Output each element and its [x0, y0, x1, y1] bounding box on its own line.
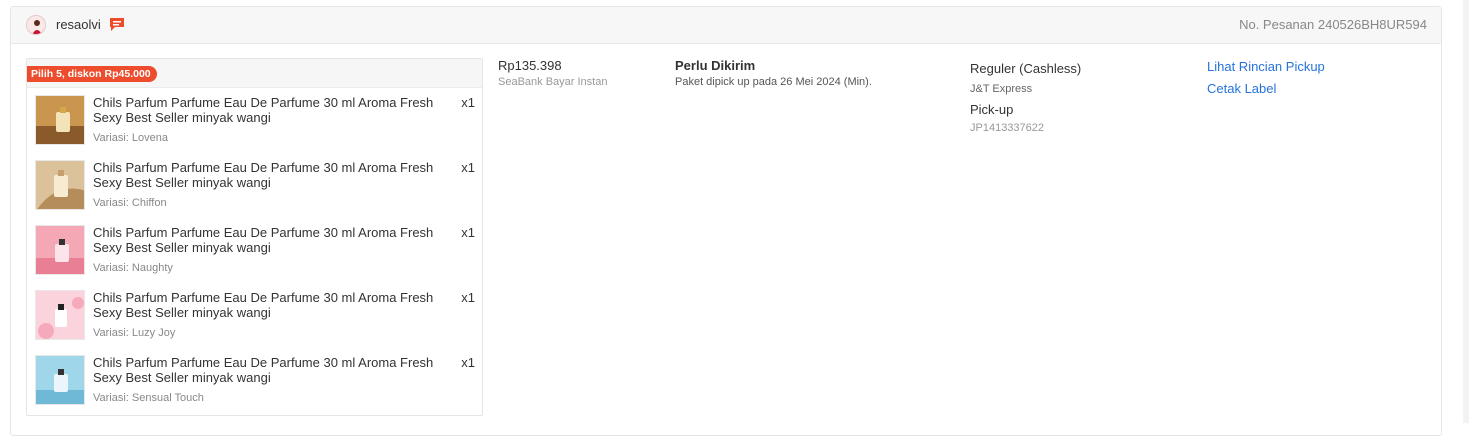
product-name[interactable]: Chils Parfum Parfume Eau De Parfume 30 m… [93, 160, 453, 190]
list-item[interactable]: Chils Parfum Parfume Eau De Parfume 30 m… [35, 95, 475, 155]
product-variant: Variasi: Lovena [93, 132, 169, 144]
order-status: Perlu Dikirim [675, 58, 756, 73]
promo-badge: Pilih 5, diskon Rp45.000 [27, 66, 157, 82]
promo-bar: Pilih 5, diskon Rp45.000 [27, 59, 482, 88]
product-thumbnail [35, 225, 85, 275]
view-pickup-details-link[interactable]: Lihat Rincian Pickup [1207, 59, 1325, 74]
product-name[interactable]: Chils Parfum Parfume Eau De Parfume 30 m… [93, 355, 453, 385]
product-variant: Variasi: Sensual Touch [93, 392, 204, 404]
product-name[interactable]: Chils Parfum Parfume Eau De Parfume 30 m… [93, 225, 453, 255]
avatar[interactable] [26, 15, 46, 35]
list-item[interactable]: Chils Parfum Parfume Eau De Parfume 30 m… [35, 290, 475, 350]
product-quantity: x1 [461, 290, 475, 305]
list-item[interactable]: Chils Parfum Parfume Eau De Parfume 30 m… [35, 160, 475, 220]
product-thumbnail [35, 95, 85, 145]
product-quantity: x1 [461, 95, 475, 110]
chat-icon[interactable] [109, 17, 125, 32]
seller-username[interactable]: resaolvi [56, 17, 101, 32]
product-quantity: x1 [461, 225, 475, 240]
product-variant: Variasi: Chiffon [93, 197, 167, 209]
payment-method: SeaBank Bayar Instan [498, 76, 608, 88]
shipping-courier: J&T Express [970, 83, 1033, 95]
list-item[interactable]: Chils Parfum Parfume Eau De Parfume 30 m… [35, 225, 475, 285]
product-quantity: x1 [461, 160, 475, 175]
tracking-number: JP1413337622 [970, 122, 1045, 134]
product-name[interactable]: Chils Parfum Parfume Eau De Parfume 30 m… [93, 290, 453, 320]
product-name[interactable]: Chils Parfum Parfume Eau De Parfume 30 m… [93, 95, 453, 125]
order-card: resaolvi No. Pesanan 240526BH8UR594 Pili… [10, 6, 1442, 436]
product-thumbnail [35, 290, 85, 340]
page-scrollbar[interactable] [1463, 0, 1469, 423]
list-item[interactable]: Chils Parfum Parfume Eau De Parfume 30 m… [35, 355, 475, 415]
order-number: No. Pesanan 240526BH8UR594 [1239, 17, 1427, 32]
shipping-type: Reguler (Cashless) [970, 61, 1082, 76]
product-variant: Variasi: Luzy Joy [93, 327, 176, 339]
order-card-header: resaolvi No. Pesanan 240526BH8UR594 [11, 7, 1441, 44]
product-quantity: x1 [461, 355, 475, 370]
product-variant: Variasi: Naughty [93, 262, 173, 274]
order-total-price: Rp135.398 [498, 58, 562, 73]
print-label-link[interactable]: Cetak Label [1207, 81, 1276, 96]
product-thumbnail [35, 355, 85, 405]
product-thumbnail [35, 160, 85, 210]
order-status-description: Paket dipick up pada 26 Mei 2024 (Min). [675, 76, 872, 88]
shipping-method: Pick-up [970, 102, 1014, 117]
order-items-box: Pilih 5, diskon Rp45.000 Chils Parfum Pa… [26, 58, 483, 416]
